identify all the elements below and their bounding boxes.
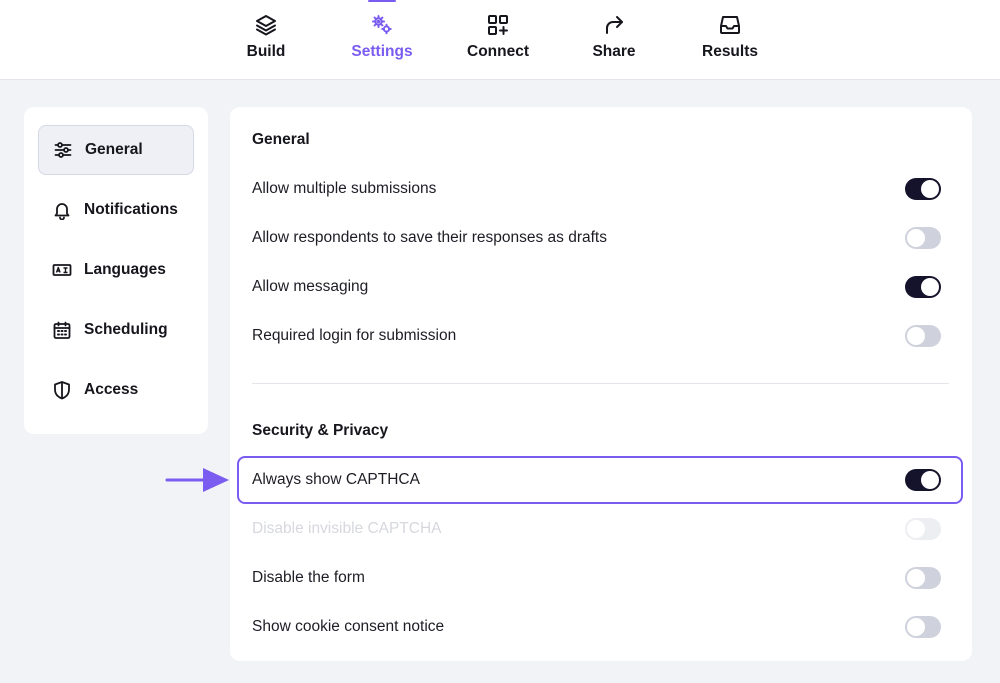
setting-label: Required login for submission bbox=[252, 327, 457, 344]
sidebar-item-general[interactable]: General bbox=[38, 125, 194, 175]
pointer-arrow-icon bbox=[165, 468, 229, 492]
disable-form-toggle[interactable] bbox=[905, 567, 941, 589]
tab-label: Share bbox=[592, 43, 636, 60]
tab-label: Results bbox=[702, 43, 758, 60]
tab-label: Settings bbox=[351, 43, 413, 60]
calendar-icon bbox=[52, 320, 72, 340]
setting-label: Disable the form bbox=[252, 569, 365, 586]
cookie-consent-toggle[interactable] bbox=[905, 616, 941, 638]
sliders-icon bbox=[53, 140, 73, 160]
share-arrow-icon bbox=[602, 13, 626, 37]
setting-label: Allow messaging bbox=[252, 278, 369, 295]
language-icon bbox=[52, 260, 72, 280]
settings-sidebar: General Notifications Languages Scheduli… bbox=[24, 107, 208, 434]
security-section-title: Security & Privacy bbox=[252, 422, 389, 439]
tab-label: Build bbox=[246, 43, 286, 60]
tab-build[interactable]: Build bbox=[216, 0, 316, 80]
grid-plus-icon bbox=[486, 13, 510, 37]
active-tab-indicator bbox=[368, 0, 396, 2]
shield-icon bbox=[52, 380, 72, 400]
tab-results[interactable]: Results bbox=[680, 0, 780, 80]
setting-row-cookie-consent[interactable]: Show cookie consent notice bbox=[237, 603, 963, 651]
tab-connect[interactable]: Connect bbox=[448, 0, 548, 80]
sidebar-item-label: Languages bbox=[84, 261, 166, 278]
setting-label: Always show CAPTHCA bbox=[252, 471, 420, 488]
setting-row-multiple-submissions[interactable]: Allow multiple submissions bbox=[237, 165, 963, 213]
setting-row-required-login[interactable]: Required login for submission bbox=[237, 312, 963, 360]
sidebar-item-access[interactable]: Access bbox=[38, 365, 194, 415]
setting-row-save-drafts[interactable]: Allow respondents to save their response… bbox=[237, 214, 963, 262]
setting-label: Show cookie consent notice bbox=[252, 618, 445, 635]
sidebar-item-label: Scheduling bbox=[84, 321, 168, 338]
tab-label: Connect bbox=[467, 43, 529, 60]
layers-icon bbox=[254, 13, 278, 37]
setting-label: Disable invisible CAPTCHA bbox=[252, 520, 442, 537]
inbox-icon bbox=[718, 13, 742, 37]
sidebar-item-notifications[interactable]: Notifications bbox=[38, 185, 194, 235]
tab-settings[interactable]: Settings bbox=[332, 0, 432, 80]
general-section-title: General bbox=[252, 131, 310, 148]
setting-row-disable-form[interactable]: Disable the form bbox=[237, 554, 963, 602]
always-show-captcha-toggle[interactable] bbox=[905, 469, 941, 491]
sidebar-item-label: Notifications bbox=[84, 201, 178, 218]
messaging-toggle[interactable] bbox=[905, 276, 941, 298]
section-divider bbox=[252, 383, 949, 384]
setting-row-disable-invisible-captcha: Disable invisible CAPTCHA bbox=[237, 505, 963, 553]
tab-share[interactable]: Share bbox=[564, 0, 664, 80]
bell-icon bbox=[52, 200, 72, 220]
gears-icon bbox=[370, 13, 394, 37]
top-nav: Build Settings Connect Share Results bbox=[0, 0, 1000, 80]
setting-row-messaging[interactable]: Allow messaging bbox=[237, 263, 963, 311]
required-login-toggle[interactable] bbox=[905, 325, 941, 347]
sidebar-item-label: General bbox=[85, 141, 143, 158]
save-drafts-toggle[interactable] bbox=[905, 227, 941, 249]
sidebar-item-scheduling[interactable]: Scheduling bbox=[38, 305, 194, 355]
sidebar-item-languages[interactable]: Languages bbox=[38, 245, 194, 295]
setting-row-always-show-captcha[interactable]: Always show CAPTHCA bbox=[237, 456, 963, 504]
setting-label: Allow respondents to save their response… bbox=[252, 229, 607, 246]
sidebar-item-label: Access bbox=[84, 381, 139, 398]
settings-panel: General Allow multiple submissions Allow… bbox=[230, 107, 972, 661]
multiple-submissions-toggle[interactable] bbox=[905, 178, 941, 200]
disable-invisible-captcha-toggle bbox=[905, 518, 941, 540]
setting-label: Allow multiple submissions bbox=[252, 180, 437, 197]
